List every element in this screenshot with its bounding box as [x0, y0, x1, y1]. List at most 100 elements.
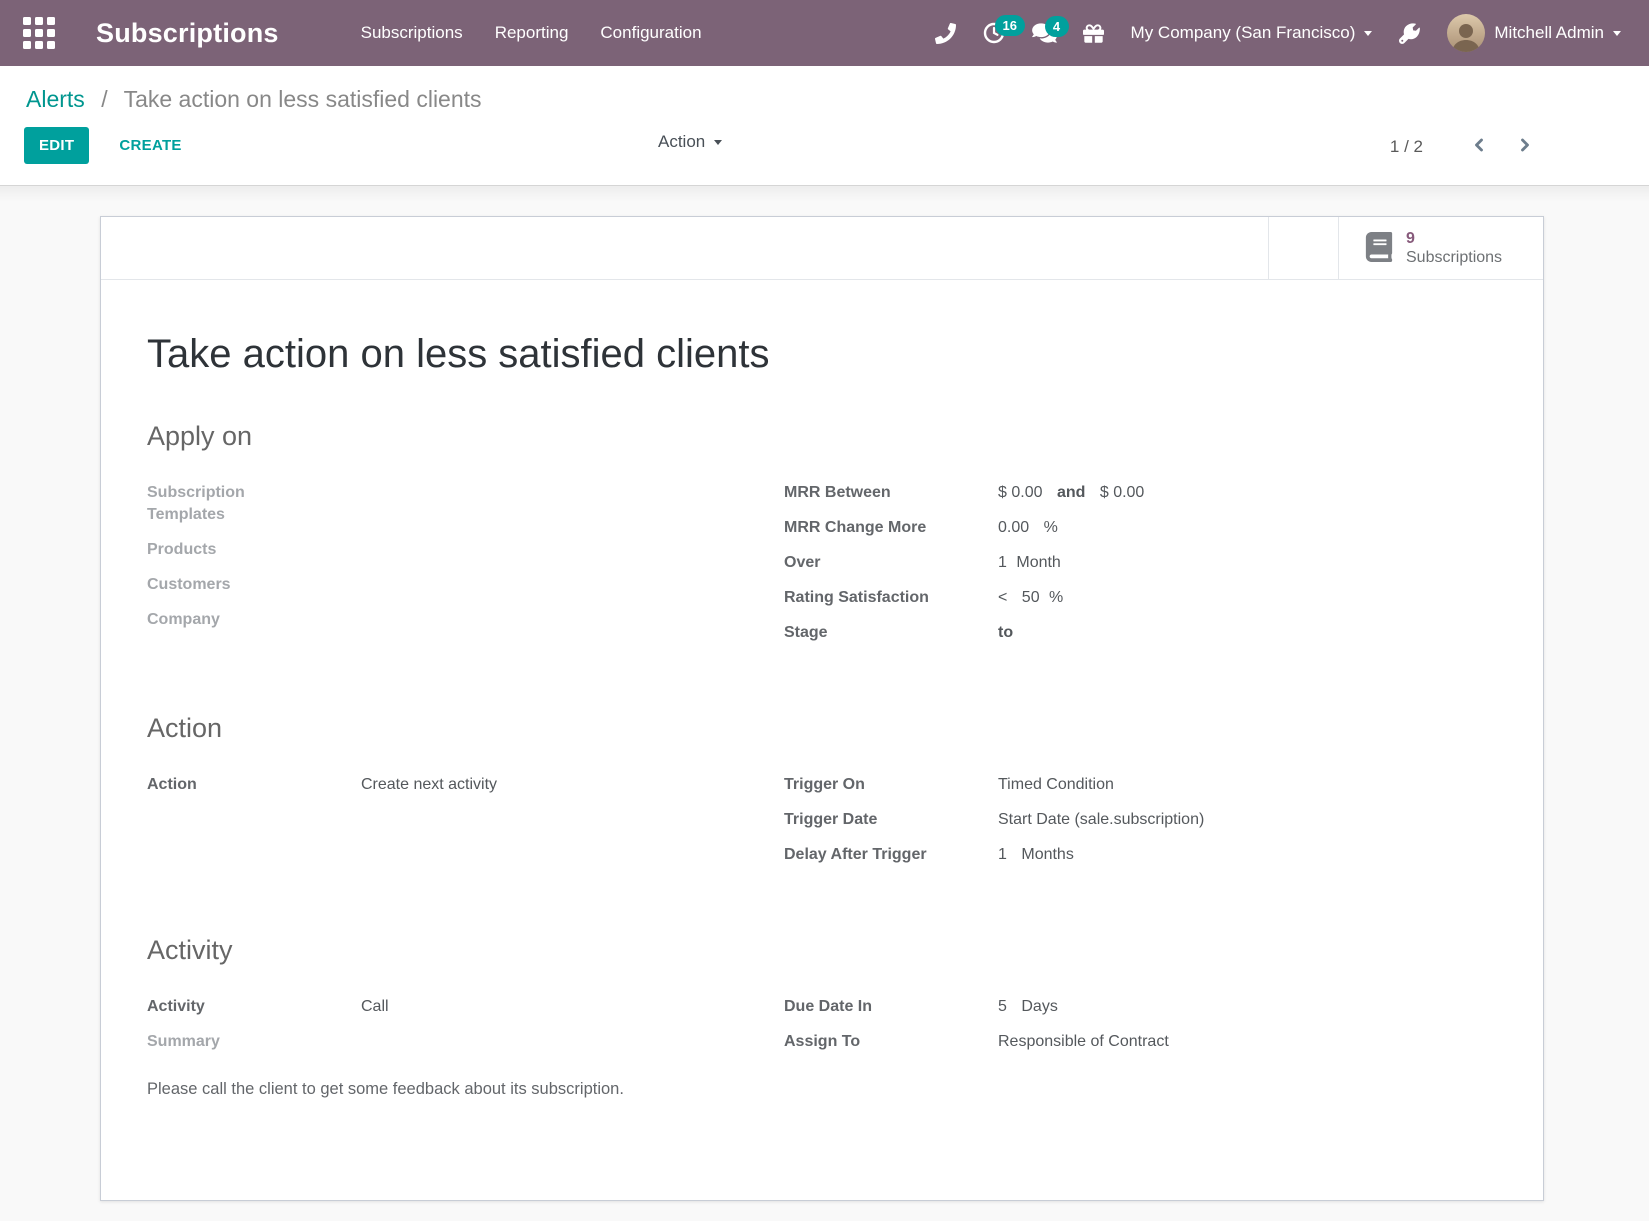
edit-button[interactable]: EDIT — [24, 127, 89, 164]
book-icon — [1365, 232, 1393, 265]
company-label: Company — [147, 609, 361, 631]
trigger-on-value: Timed Condition — [998, 774, 1114, 796]
app-name[interactable]: Subscriptions — [96, 18, 279, 49]
apps-menu-icon[interactable] — [20, 14, 58, 52]
chevron-down-icon — [1613, 31, 1621, 36]
due-date-value: 5 — [998, 998, 1007, 1015]
pager-previous-button[interactable] — [1463, 133, 1495, 160]
activity-label: Activity — [147, 996, 361, 1018]
field-summary[interactable]: Summary — [147, 1031, 784, 1053]
control-panel-buttons: EDIT CREATE Action 1 / 2 — [0, 127, 1649, 185]
activity-value: Call — [361, 996, 389, 1018]
breadcrumb-current: Take action on less satisfied clients — [124, 86, 482, 112]
action-label: Action — [147, 774, 361, 796]
field-mrr-between[interactable]: MRR Between $ 0.00 and $ 0.00 — [784, 482, 1497, 504]
field-trigger-on[interactable]: Trigger On Timed Condition — [784, 774, 1497, 796]
field-assign-to[interactable]: Assign To Responsible of Contract — [784, 1031, 1497, 1053]
field-rating-satisfaction[interactable]: Rating Satisfaction < 50 % — [784, 587, 1497, 609]
field-action[interactable]: Action Create next activity — [147, 774, 784, 796]
due-date-unit: Days — [1021, 998, 1057, 1015]
chevron-right-icon — [1515, 143, 1535, 158]
mrr-between-label: MRR Between — [784, 482, 998, 504]
form-card: 9 Subscriptions Take action on less sati… — [100, 216, 1544, 1201]
stat-button-count: 9 — [1406, 229, 1502, 248]
rating-satisfaction-label: Rating Satisfaction — [784, 587, 998, 609]
field-customers[interactable]: Customers — [147, 574, 784, 596]
control-panel: Alerts / Take action on less satisfied c… — [0, 66, 1649, 186]
delay-unit: Months — [1021, 846, 1073, 863]
stat-button-label: Subscriptions — [1406, 248, 1502, 267]
field-trigger-date[interactable]: Trigger Date Start Date (sale.subscripti… — [784, 809, 1497, 831]
activities-button[interactable]: 16 — [969, 11, 1019, 55]
menu-configuration[interactable]: Configuration — [584, 13, 717, 53]
due-date-in-label: Due Date In — [784, 996, 998, 1018]
gift-icon — [1083, 23, 1104, 44]
action-dropdown-label: Action — [658, 132, 705, 152]
field-subscription-templates[interactable]: Subscription Templates — [147, 482, 784, 526]
customers-label: Customers — [147, 574, 361, 596]
action-dropdown[interactable]: Action — [658, 132, 722, 152]
rewards-button[interactable] — [1070, 13, 1117, 54]
user-name: Mitchell Admin — [1494, 23, 1604, 43]
breadcrumb-alerts-link[interactable]: Alerts — [26, 86, 85, 112]
activity-group: Activity Call Summary Due Date In 5 Days — [147, 996, 1497, 1066]
trigger-on-label: Trigger On — [784, 774, 998, 796]
rating-operator: < — [998, 589, 1007, 606]
create-button[interactable]: CREATE — [103, 127, 197, 164]
action-value: Create next activity — [361, 774, 497, 796]
field-over[interactable]: Over 1 Month — [784, 552, 1497, 574]
pager-next-button[interactable] — [1509, 133, 1541, 160]
field-company[interactable]: Company — [147, 609, 784, 631]
form-title: Take action on less satisfied clients — [147, 332, 1497, 377]
field-stage[interactable]: Stage to — [784, 622, 1497, 644]
top-navbar: Subscriptions Subscriptions Reporting Co… — [0, 0, 1649, 66]
section-heading-activity: Activity — [147, 935, 1497, 966]
rating-value: 50 — [1022, 589, 1040, 606]
message-count-badge: 4 — [1045, 16, 1069, 37]
trigger-date-value: Start Date (sale.subscription) — [998, 809, 1204, 831]
field-due-date-in[interactable]: Due Date In 5 Days — [784, 996, 1497, 1018]
stage-label: Stage — [784, 622, 998, 644]
button-box: 9 Subscriptions — [101, 217, 1543, 280]
mrr-change-label: MRR Change More — [784, 517, 998, 539]
messages-button[interactable]: 4 — [1019, 12, 1070, 54]
over-value: 1 — [998, 554, 1007, 571]
apply-on-group: Subscription Templates Products Customer… — [147, 482, 1497, 657]
section-heading-apply-on: Apply on — [147, 421, 1497, 452]
field-delay-after-trigger[interactable]: Delay After Trigger 1 Months — [784, 844, 1497, 866]
mrr-change-unit: % — [1044, 519, 1058, 536]
pager-value: 1 / 2 — [1390, 137, 1423, 157]
delay-value: 1 — [998, 846, 1007, 863]
avatar — [1447, 14, 1485, 52]
field-mrr-change-more[interactable]: MRR Change More 0.00 % — [784, 517, 1497, 539]
phone-icon — [935, 23, 956, 44]
activity-note: Please call the client to get some feedb… — [147, 1080, 1497, 1099]
breadcrumb: Alerts / Take action on less satisfied c… — [0, 82, 1649, 127]
assign-to-label: Assign To — [784, 1031, 998, 1053]
chevron-down-icon — [1364, 31, 1372, 36]
menu-subscriptions[interactable]: Subscriptions — [345, 13, 479, 53]
field-activity[interactable]: Activity Call — [147, 996, 784, 1018]
navbar-systray: 16 4 My Company (San Francisco) — [922, 4, 1635, 62]
breadcrumb-separator: / — [101, 86, 107, 112]
mrr-between-connector: and — [1057, 484, 1085, 501]
stage-connector: to — [998, 624, 1013, 641]
subscriptions-stat-button[interactable]: 9 Subscriptions — [1338, 217, 1543, 279]
assign-to-value: Responsible of Contract — [998, 1031, 1169, 1053]
mrr-max-value: $ 0.00 — [1100, 484, 1144, 501]
user-menu[interactable]: Mitchell Admin — [1433, 4, 1635, 62]
form-sheet: Take action on less satisfied clients Ap… — [101, 332, 1543, 1159]
field-products[interactable]: Products — [147, 539, 784, 561]
company-switcher[interactable]: My Company (San Francisco) — [1117, 13, 1387, 53]
over-label: Over — [784, 552, 998, 574]
summary-label: Summary — [147, 1031, 361, 1053]
subscription-templates-label: Subscription Templates — [147, 482, 327, 526]
main-menu: Subscriptions Reporting Configuration — [345, 13, 718, 53]
pager: 1 / 2 — [1390, 133, 1541, 160]
mrr-min-value: $ 0.00 — [998, 484, 1042, 501]
debug-tools-button[interactable] — [1386, 13, 1433, 54]
menu-reporting[interactable]: Reporting — [479, 13, 585, 53]
voip-button[interactable] — [922, 13, 969, 54]
delay-after-trigger-label: Delay After Trigger — [784, 844, 998, 866]
chevron-left-icon — [1469, 143, 1489, 158]
